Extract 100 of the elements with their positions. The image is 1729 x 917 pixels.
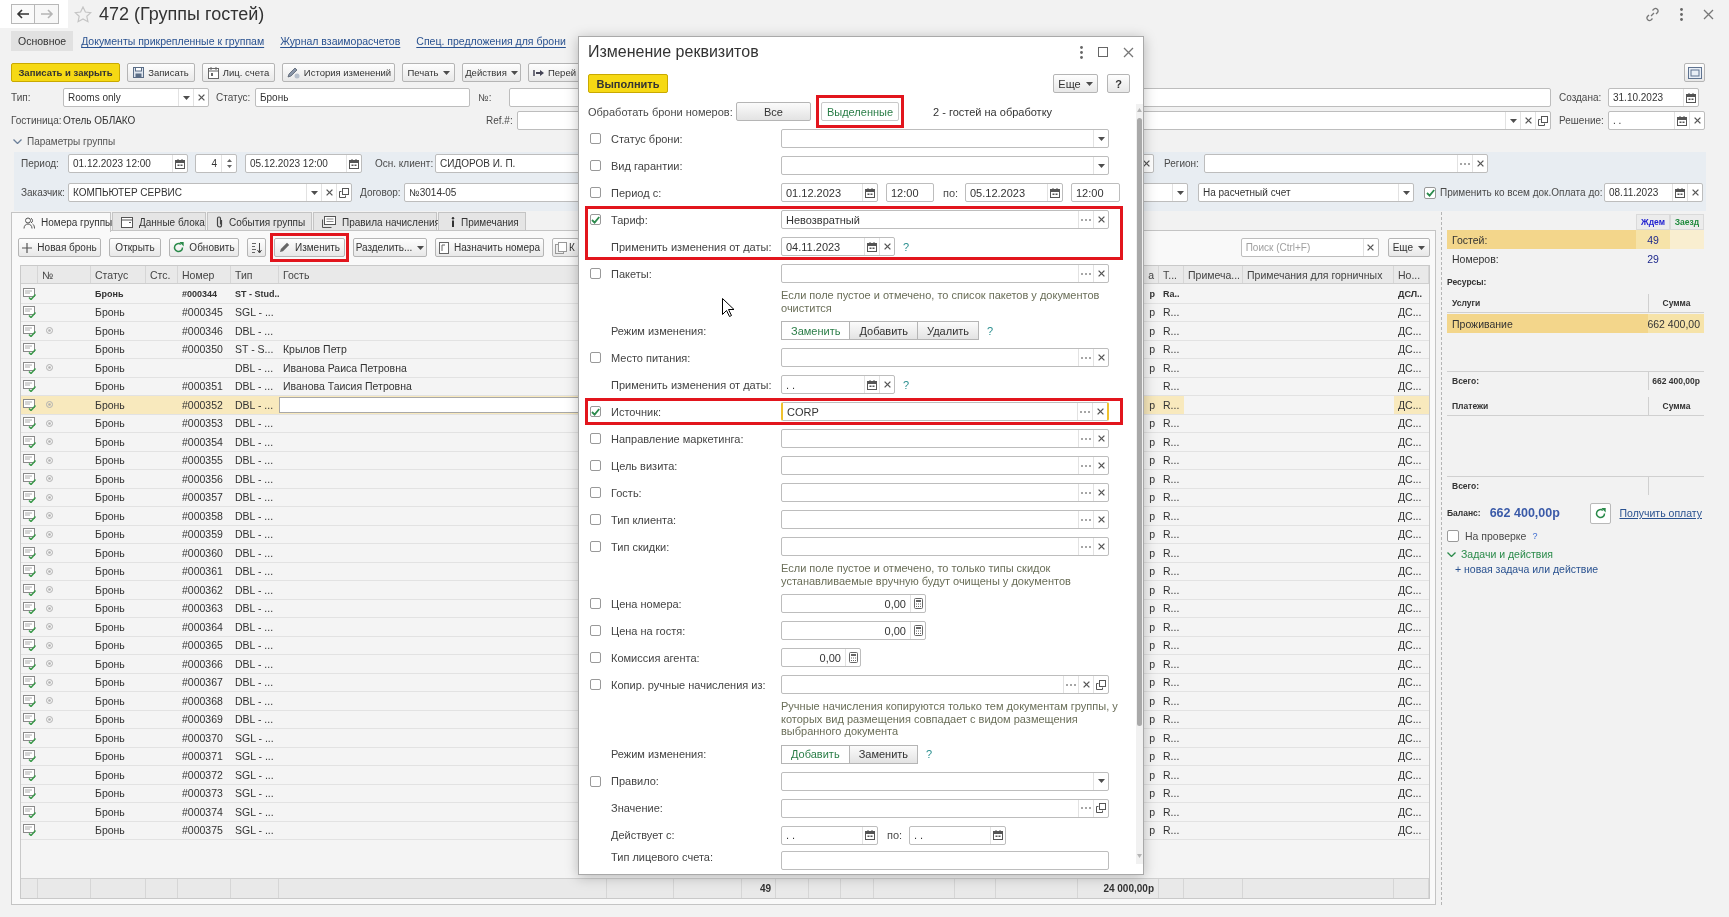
column-header: Услуги xyxy=(1451,297,1482,310)
table-cell: Иванова Раиса Петровна xyxy=(283,361,407,374)
table-cell: ДС... xyxy=(1398,565,1422,578)
table-cell: SGL - ... xyxy=(235,824,274,837)
table-cell: Бронь xyxy=(95,824,125,837)
table-cell: #000346 xyxy=(182,324,223,337)
field-label: Режим изменения: xyxy=(611,748,707,760)
table-cell: #000368 xyxy=(182,694,223,707)
table-cell: р xyxy=(1149,565,1155,578)
table-cell: DBL - ... xyxy=(235,398,274,411)
column-header: Заезд xyxy=(1670,214,1704,230)
table-cell: р xyxy=(1149,639,1155,652)
table-cell: Иванова Таисия Петровна xyxy=(283,380,412,393)
table-cell: DBL - ... xyxy=(235,602,274,615)
table-cell: R... xyxy=(1163,380,1180,393)
summary-value: 29 xyxy=(1646,251,1660,267)
table-cell: #000351 xyxy=(182,380,223,393)
table-cell: ДС... xyxy=(1398,361,1422,374)
table-cell: Бронь xyxy=(95,805,125,818)
table-cell: ДС... xyxy=(1398,583,1422,596)
field-label: Статус: xyxy=(216,92,251,103)
table-cell: Бронь xyxy=(95,694,125,707)
table-cell: р xyxy=(1149,620,1155,633)
table-cell: #000364 xyxy=(182,620,223,633)
checkbox-label: Применить ко всем док. xyxy=(1440,187,1552,198)
field-label: Статус брони: xyxy=(611,132,683,145)
table-cell: R... xyxy=(1163,398,1180,411)
table-cell: Крылов Петр xyxy=(283,343,347,356)
table-cell: R... xyxy=(1163,713,1180,726)
table-cell: Бронь xyxy=(95,398,125,411)
section-label: Ресурсы: xyxy=(1447,276,1487,287)
table-cell: ДС... xyxy=(1398,435,1422,448)
table-cell: ДС... xyxy=(1398,546,1422,559)
table-cell: р xyxy=(1149,750,1155,763)
table-cell: DBL - ... xyxy=(235,417,274,430)
table-cell: Бронь xyxy=(95,713,125,726)
field-label: по: xyxy=(943,186,959,199)
table-cell: SGL - ... xyxy=(235,306,274,319)
field-label: Регион: xyxy=(1164,158,1199,169)
table-cell: R... xyxy=(1163,491,1180,504)
table-cell: R... xyxy=(1163,343,1180,356)
table-cell: р xyxy=(1149,694,1155,707)
table-cell: R... xyxy=(1163,750,1180,763)
table-cell: #000352 xyxy=(182,398,223,411)
field-label: Ref.#: xyxy=(486,115,513,126)
table-cell: DBL - ... xyxy=(235,583,274,596)
table-cell: DBL - ... xyxy=(235,676,274,689)
table-cell: р xyxy=(1149,546,1155,559)
table-cell: Бронь xyxy=(95,324,125,337)
table-cell: R... xyxy=(1163,509,1180,522)
table-cell: Бронь xyxy=(95,787,125,800)
table-cell: ДС... xyxy=(1398,602,1422,615)
table-cell: ДС... xyxy=(1398,768,1422,781)
table-cell: DBL - ... xyxy=(235,454,274,467)
column-header: Платежи xyxy=(1451,400,1490,413)
table-cell: #000353 xyxy=(182,417,223,430)
table-cell: R... xyxy=(1163,435,1180,448)
table-cell: DBL - ... xyxy=(235,324,274,337)
field-label: Заказчик: xyxy=(21,187,65,198)
field-label: Создана: xyxy=(1559,92,1602,103)
total-value: 662 400,00р xyxy=(1648,372,1704,390)
table-cell: р xyxy=(1149,288,1155,299)
table-cell: ДС... xyxy=(1398,343,1422,356)
table-cell: Бронь xyxy=(95,602,125,615)
table-cell: DBL - ... xyxy=(235,361,274,374)
table-cell: р xyxy=(1149,306,1155,319)
table-cell: R... xyxy=(1163,768,1180,781)
field-label: №: xyxy=(478,92,492,103)
field-label: по: xyxy=(887,829,903,841)
field-label: Пакеты: xyxy=(611,267,652,280)
table-cell: R... xyxy=(1163,620,1180,633)
table-cell: ДС... xyxy=(1398,657,1422,670)
table-cell: #000371 xyxy=(182,750,223,763)
table-cell: #000350 xyxy=(182,343,223,356)
field-label: Место питания: xyxy=(611,351,691,364)
table-cell: ДСЛ.. xyxy=(1398,288,1422,299)
table-cell: Бронь xyxy=(95,528,125,541)
table-cell: ДС... xyxy=(1398,528,1422,541)
table-cell: R... xyxy=(1163,694,1180,707)
table-cell: SGL - ... xyxy=(235,805,274,818)
table-cell: R... xyxy=(1163,676,1180,689)
table-cell: ДС... xyxy=(1398,324,1422,337)
table-cell: DBL - ... xyxy=(235,380,274,393)
table-cell: ДС... xyxy=(1398,306,1422,319)
table-cell: ST - Stud.. xyxy=(235,288,280,299)
table-cell: DBL - ... xyxy=(235,435,274,448)
table-cell: #000361 xyxy=(182,565,223,578)
table-cell: R... xyxy=(1163,805,1180,818)
field-label: Значение: xyxy=(611,802,663,814)
table-cell: #000374 xyxy=(182,805,223,818)
field-value: Отель ОБЛАКО xyxy=(63,115,136,126)
table-cell: ДС... xyxy=(1398,713,1422,726)
table-cell: р xyxy=(1149,602,1155,615)
field-label: Период с: xyxy=(611,186,662,199)
table-cell: DBL - ... xyxy=(235,657,274,670)
table-cell: Ra.. xyxy=(1163,288,1180,299)
table-cell: SGL - ... xyxy=(235,787,274,800)
table-cell: #000356 xyxy=(182,472,223,485)
table-cell: Бронь xyxy=(95,454,125,467)
table-cell: р xyxy=(1149,824,1155,837)
